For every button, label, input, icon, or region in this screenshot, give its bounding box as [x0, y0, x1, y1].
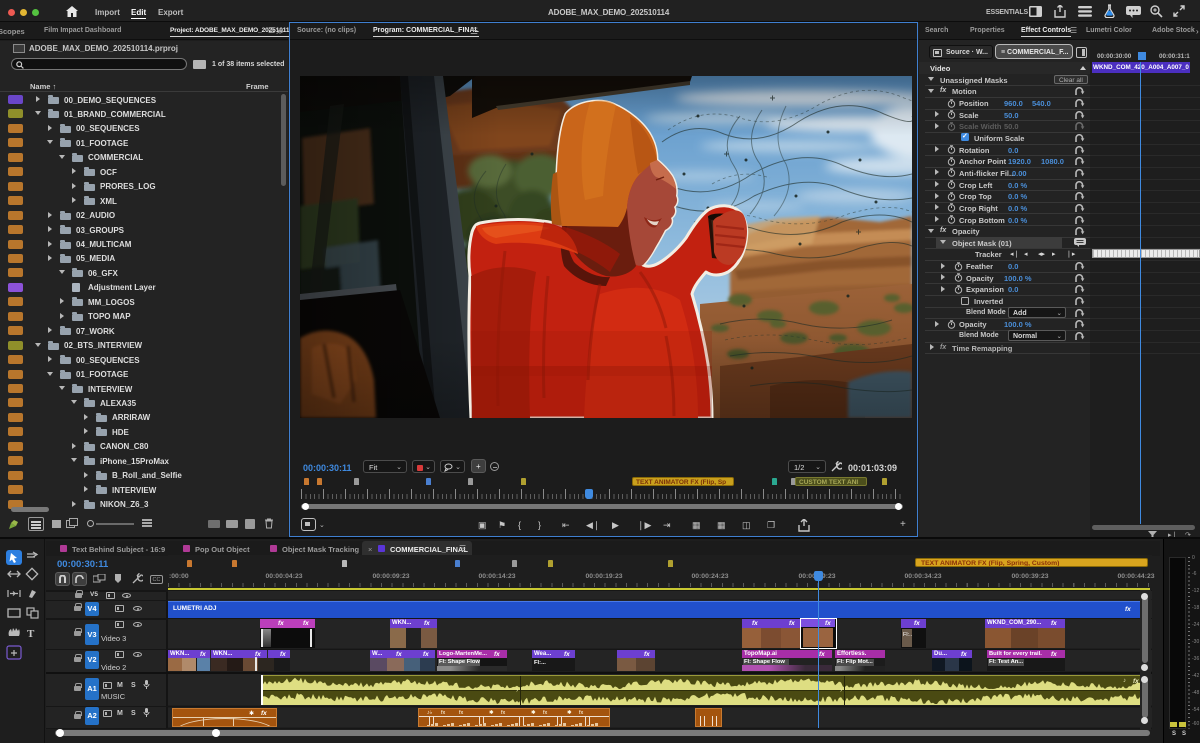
svg-text:T: T [27, 628, 35, 640]
